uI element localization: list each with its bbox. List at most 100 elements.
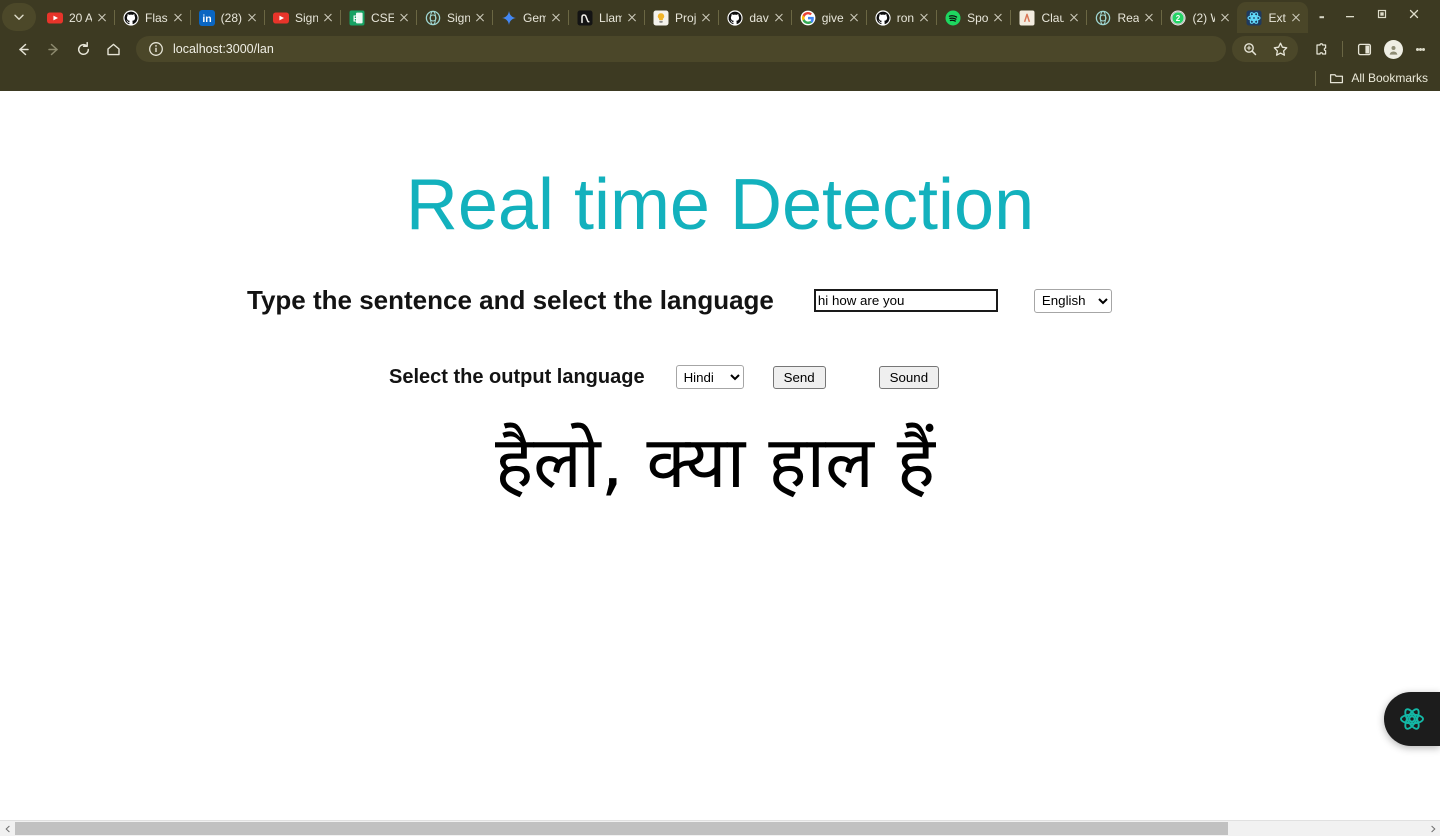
info-circle-icon[interactable] xyxy=(148,41,164,57)
tab-close-button[interactable] xyxy=(990,10,1006,26)
youtube-icon xyxy=(273,10,290,26)
horizontal-scrollbar[interactable] xyxy=(0,820,1440,836)
tab-close-button[interactable] xyxy=(698,10,714,26)
sound-button[interactable]: Sound xyxy=(878,365,940,389)
back-button[interactable] xyxy=(8,35,38,63)
scrollbar-thumb[interactable] xyxy=(15,822,1228,835)
tab-separator xyxy=(114,10,115,25)
tab-close-button[interactable] xyxy=(320,10,336,26)
browser-tab[interactable]: Proj xyxy=(644,2,718,33)
browser-menu-button[interactable] xyxy=(1408,36,1432,62)
tab-search-button[interactable] xyxy=(2,3,36,31)
zoom-button[interactable] xyxy=(1235,35,1265,63)
browser-tab[interactable]: 20 A xyxy=(38,2,114,33)
excel-icon: E xyxy=(349,10,365,26)
browser-tab[interactable]: in (28) xyxy=(189,2,264,33)
spotify-icon xyxy=(945,10,961,26)
react-devtools-badge[interactable] xyxy=(1384,692,1440,746)
browser-tab[interactable]: E CSE xyxy=(340,2,416,33)
anthropic-icon xyxy=(1019,10,1035,26)
tab-close-button[interactable] xyxy=(846,10,862,26)
new-tab-button[interactable] xyxy=(1312,3,1324,31)
send-button[interactable]: Send xyxy=(772,365,826,389)
tab-close-button[interactable] xyxy=(170,10,186,26)
bookmarks-bar: All Bookmarks xyxy=(0,65,1440,91)
tab-title: Ext xyxy=(1268,10,1286,25)
tab-close-button[interactable] xyxy=(771,10,787,26)
tab-close-button[interactable] xyxy=(916,10,932,26)
bookmark-button[interactable] xyxy=(1265,35,1295,63)
folder-icon xyxy=(1330,73,1344,83)
input-language-select[interactable]: EnglishHindiSpanishFrenchGerman xyxy=(1033,288,1112,313)
tab-close-button[interactable] xyxy=(1288,10,1304,26)
tab-list: 20 A Flas in (28) Sign E CSE Sign Gem Llam Proj dav… xyxy=(38,0,1324,33)
browser-tab[interactable]: give xyxy=(790,2,866,33)
toolbar-divider xyxy=(1342,41,1343,57)
sentence-input-row: Type the sentence and select the languag… xyxy=(0,285,1440,316)
extensions-button[interactable] xyxy=(1306,35,1336,63)
output-language-select[interactable]: HindiEnglishSpanishFrenchGerman xyxy=(675,365,744,389)
browser-tab[interactable]: Flas xyxy=(114,2,190,33)
tab-close-button[interactable] xyxy=(1217,10,1233,26)
tab-separator xyxy=(936,10,938,25)
forward-button[interactable] xyxy=(38,35,68,63)
sentence-input-label: Type the sentence and select the languag… xyxy=(247,285,774,315)
tab-separator xyxy=(1161,10,1163,25)
reload-button[interactable] xyxy=(68,35,98,63)
address-bar[interactable]: localhost:3000/lan xyxy=(136,36,1226,62)
all-bookmarks-button[interactable]: All Bookmarks xyxy=(1329,71,1428,86)
close-window-button[interactable] xyxy=(1398,1,1430,27)
tab-close-button[interactable] xyxy=(396,10,412,26)
tab-title: dav xyxy=(749,10,769,25)
tab-close-button[interactable] xyxy=(472,10,488,26)
scrollbar-track[interactable] xyxy=(15,821,1425,836)
profile-avatar[interactable] xyxy=(1384,39,1403,59)
maximize-icon xyxy=(1377,9,1387,19)
reload-icon xyxy=(77,41,89,55)
tab-strip-bar: 20 A Flas in (28) Sign E CSE Sign Gem Llam Proj dav… xyxy=(0,0,1440,33)
tab-title: ron xyxy=(896,10,915,25)
tab-close-button[interactable] xyxy=(548,10,564,26)
scroll-left-button[interactable] xyxy=(0,821,15,836)
browser-tab[interactable]: Sign xyxy=(264,2,340,33)
side-panel-button[interactable] xyxy=(1349,35,1379,63)
sentence-input[interactable] xyxy=(813,289,998,312)
tab-title: give xyxy=(821,10,844,25)
tab-close-button[interactable] xyxy=(1141,10,1157,26)
browser-tab[interactable]: Spo xyxy=(936,2,1010,33)
close-icon xyxy=(1409,9,1419,19)
minimize-button[interactable] xyxy=(1334,1,1366,27)
browser-tab[interactable]: Llam xyxy=(568,2,644,33)
browser-tab[interactable]: 2 (2) W xyxy=(1161,2,1237,33)
browser-tab[interactable]: Gem xyxy=(492,2,568,33)
browser-tab[interactable]: Clau xyxy=(1010,2,1086,33)
page-content: Real time Detection Type the sentence an… xyxy=(0,91,1440,820)
tab-close-button[interactable] xyxy=(624,10,640,26)
github-icon xyxy=(727,9,743,26)
all-bookmarks-label: All Bookmarks xyxy=(1351,71,1428,85)
translation-output: हैलो, क्या हाल हैं xyxy=(494,420,936,504)
browser-tab[interactable]: Rea xyxy=(1086,2,1161,33)
youtube-icon xyxy=(47,10,63,26)
chevron-down-icon xyxy=(14,14,24,20)
tab-close-button[interactable] xyxy=(244,10,260,26)
scroll-right-button[interactable] xyxy=(1425,821,1440,836)
tab-title: Clau xyxy=(1041,10,1065,25)
home-button[interactable] xyxy=(98,35,128,63)
toolbar-right-actions xyxy=(1232,35,1432,63)
browser-tab[interactable]: Sign xyxy=(416,2,492,33)
tab-separator xyxy=(790,10,792,25)
maximize-button[interactable] xyxy=(1366,1,1398,27)
browser-tab[interactable]: ron xyxy=(865,2,936,33)
tab-separator xyxy=(718,10,720,25)
tab-separator xyxy=(340,10,342,25)
tab-close-button[interactable] xyxy=(94,10,110,26)
tab-title: (2) W xyxy=(1192,10,1215,25)
browser-tab[interactable]: Ext xyxy=(1237,2,1308,33)
llama-icon xyxy=(577,10,593,26)
tab-close-button[interactable] xyxy=(1066,10,1082,26)
github-icon xyxy=(875,9,891,26)
browser-tab[interactable]: dav xyxy=(718,2,790,33)
generic-globe-icon xyxy=(425,10,441,26)
bookmarks-divider xyxy=(1315,70,1317,86)
